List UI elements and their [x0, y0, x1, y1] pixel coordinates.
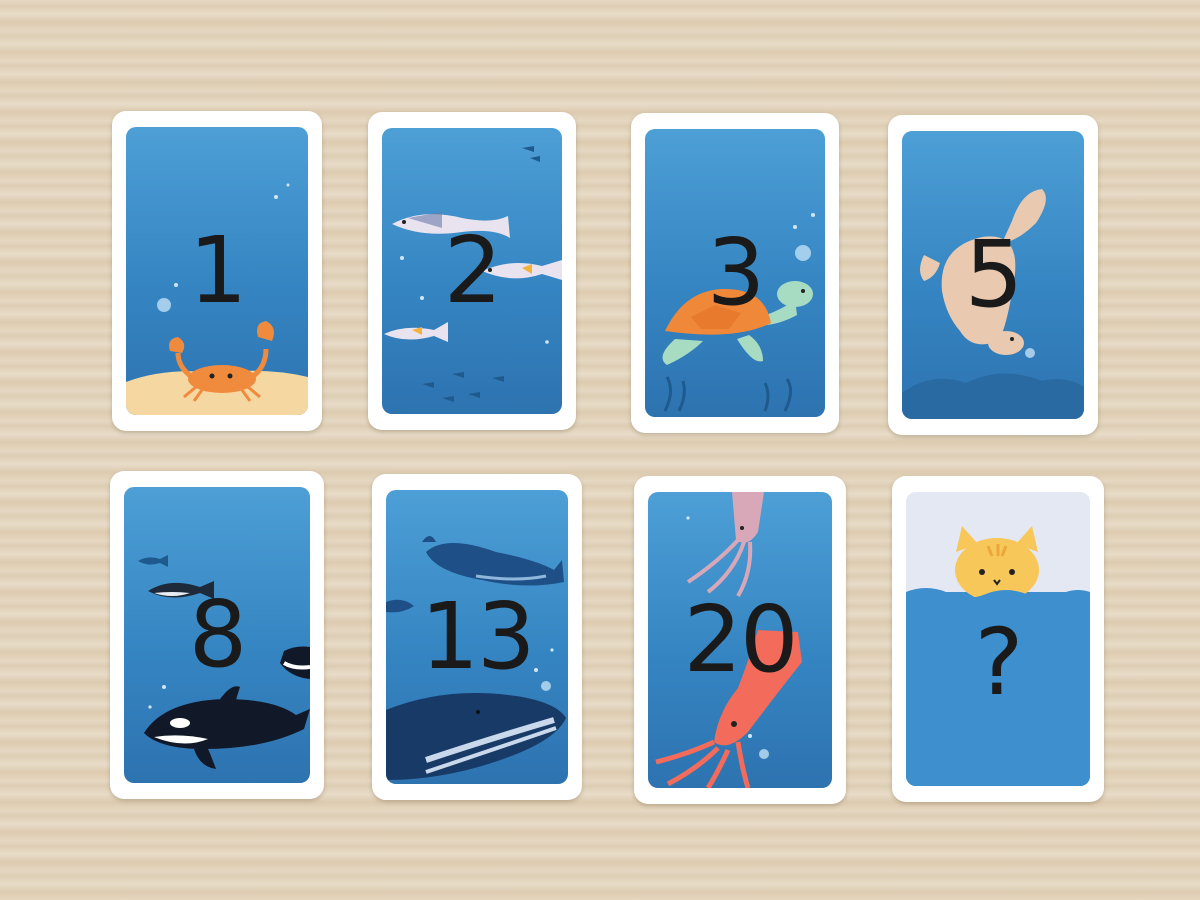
card-8-face: 8	[124, 487, 310, 783]
card-13[interactable]: 13	[372, 474, 582, 800]
card-question-face: ?	[906, 492, 1090, 786]
card-2-face: 2	[382, 128, 562, 414]
card-5-face: 5	[902, 131, 1084, 419]
card-20-face: 20	[648, 492, 832, 788]
card-value: ?	[974, 608, 1024, 716]
card-value: 20	[683, 586, 798, 693]
card-13-face: 13	[386, 490, 568, 784]
card-value: 1	[188, 217, 248, 324]
card-value: 5	[964, 221, 1024, 328]
card-5[interactable]: 5	[888, 115, 1098, 435]
card-2[interactable]: 2	[368, 112, 576, 430]
card-8[interactable]: 8	[110, 471, 324, 799]
card-value: 2	[443, 217, 503, 324]
card-value: 3	[706, 219, 766, 326]
card-value: 13	[420, 583, 535, 690]
card-3-face: 3	[645, 129, 825, 417]
card-question[interactable]: ?	[892, 476, 1104, 802]
wooden-table: 1 2 3 5 8 13 20 ?	[0, 0, 1200, 900]
card-3[interactable]: 3	[631, 113, 839, 433]
card-20[interactable]: 20	[634, 476, 846, 804]
card-1[interactable]: 1	[112, 111, 322, 431]
card-1-face: 1	[126, 127, 308, 415]
card-value: 8	[188, 581, 248, 688]
